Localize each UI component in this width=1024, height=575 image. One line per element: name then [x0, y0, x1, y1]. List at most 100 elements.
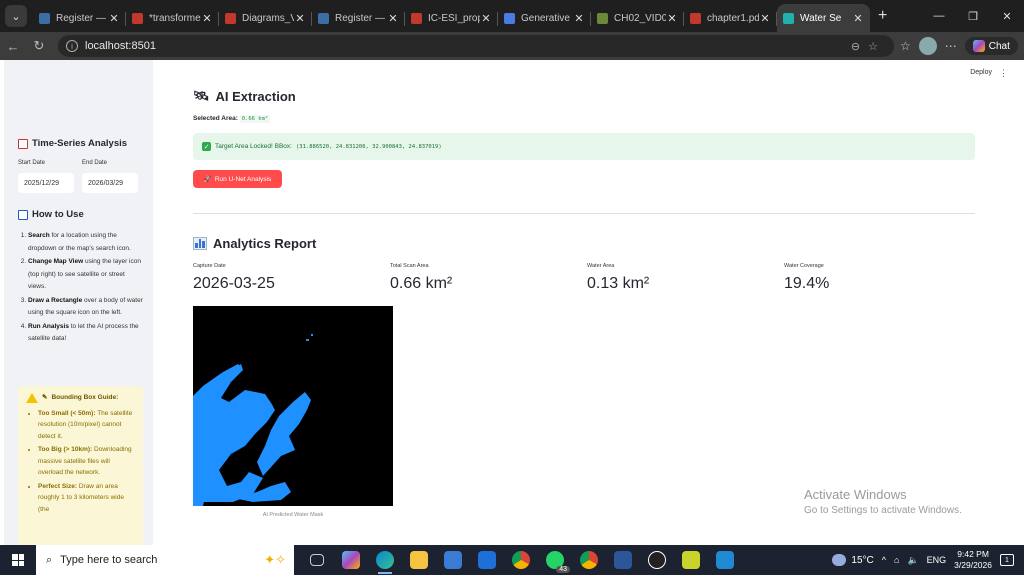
weather-widget[interactable]: 15°C: [832, 554, 874, 566]
howto-step: Search for a location using the dropdown…: [28, 230, 144, 255]
language-indicator[interactable]: ENG: [927, 555, 947, 565]
selected-area: Selected Area: 0.66 km²: [193, 115, 271, 123]
tab-close-icon[interactable]: ✕: [201, 12, 213, 25]
browser-tab[interactable]: CH02_VID0 ✕: [591, 4, 684, 32]
metric-label: Water Area: [587, 263, 615, 269]
tab-search-button[interactable]: ⌄: [5, 5, 27, 27]
tab-favicon-icon: [39, 12, 50, 24]
minimize-button[interactable]: —: [922, 0, 956, 32]
taskbar-search[interactable]: ⌕ Type here to search ✦✧: [36, 545, 294, 575]
metric-label: Capture Date: [193, 263, 226, 269]
volume-icon[interactable]: 🔈: [907, 555, 918, 566]
notification-icon[interactable]: 1: [1000, 554, 1014, 566]
tray-overflow-icon[interactable]: ^: [882, 555, 886, 565]
tab-title: Register —: [56, 12, 107, 24]
guide-bold: Too Small (< 50m):: [38, 409, 96, 417]
word-icon[interactable]: [606, 545, 640, 575]
edge-icon[interactable]: [368, 545, 402, 575]
end-date-input[interactable]: 2026/03/29: [82, 173, 138, 193]
run-unet-button[interactable]: 🚀 Run U-Net Analysis: [193, 170, 282, 188]
file-explorer-icon[interactable]: [402, 545, 436, 575]
ai-extraction-heading: 🛰 AI Extraction: [193, 88, 296, 104]
browser-tab[interactable]: Register — ✕: [33, 4, 126, 32]
tab-title: *transformer: [149, 12, 201, 24]
browser-tab[interactable]: Register — ✕: [312, 4, 405, 32]
tab-close-icon[interactable]: ✕: [852, 12, 864, 25]
monitor-icon: [18, 209, 28, 220]
tab-close-icon[interactable]: ✕: [294, 12, 306, 25]
store-icon[interactable]: [436, 545, 470, 575]
tab-close-icon[interactable]: ✕: [480, 12, 492, 25]
more-menu-icon[interactable]: ⋯: [945, 39, 957, 53]
close-window-button[interactable]: ✕: [990, 0, 1024, 32]
vscode-icon[interactable]: [708, 545, 742, 575]
mail-icon[interactable]: [470, 545, 504, 575]
browser-tab[interactable]: chapter1.pdf ✕: [684, 4, 777, 32]
network-icon[interactable]: ⌂: [894, 555, 899, 565]
taskbar: ⌕ Type here to search ✦✧ 43 15°C ^ ⌂ 🔈 E…: [0, 545, 1024, 575]
task-view-icon[interactable]: [300, 545, 334, 575]
check-icon: ✓: [202, 142, 211, 151]
browser-tab[interactable]: Generative ✕: [498, 4, 591, 32]
vim-icon[interactable]: [674, 545, 708, 575]
zoom-and-bookmark-icons[interactable]: ⊖☆: [851, 40, 886, 53]
page-viewport: Time-Series Analysis Start Date End Date…: [0, 60, 1024, 545]
reload-button[interactable]: ↻: [26, 38, 52, 54]
bounding-box-guide: ✎ Bounding Box Guide: Too Small (< 50m):…: [18, 386, 143, 545]
profile-avatar[interactable]: [918, 37, 937, 55]
start-button[interactable]: [0, 545, 36, 575]
browser-tab[interactable]: *transformer ✕: [126, 4, 219, 32]
tab-close-icon[interactable]: ✕: [573, 12, 585, 25]
whatsapp-icon[interactable]: 43: [538, 545, 572, 575]
clock-date: 3/29/2026: [954, 560, 992, 570]
browser-toolbar: ← ↻ i localhost:8501 ⊖☆ ☆ ⋯ Chat: [0, 32, 1024, 60]
app-menu-icon[interactable]: ⋮: [999, 68, 1008, 79]
tab-close-icon[interactable]: ✕: [387, 12, 399, 25]
success-text: Target Area Locked! BBox:: [215, 143, 292, 150]
chat-button[interactable]: Chat: [964, 37, 1018, 55]
tab-close-icon[interactable]: ✕: [108, 12, 120, 25]
metric-value: 0.66 km²: [390, 275, 453, 292]
copilot-app-icon[interactable]: [334, 545, 368, 575]
howto-list: Search for a location using the dropdown…: [18, 230, 144, 347]
address-bar[interactable]: i localhost:8501 ⊖☆: [58, 35, 894, 57]
whatsapp-badge: 43: [556, 566, 570, 573]
chrome-icon[interactable]: [504, 545, 538, 575]
chrome-profile-icon[interactable]: [572, 545, 606, 575]
deploy-button[interactable]: Deploy: [970, 69, 992, 76]
tab-favicon-icon: [504, 12, 515, 24]
clock[interactable]: 9:42 PM 3/29/2026: [954, 549, 992, 571]
howto-title: How to Use: [32, 209, 84, 220]
guide-title: Bounding Box Guide:: [51, 394, 119, 401]
warning-icon: [26, 392, 38, 403]
satellite-icon: 🛰: [193, 88, 210, 103]
site-info-icon[interactable]: i: [66, 40, 78, 52]
tab-title: chapter1.pdf: [707, 12, 759, 24]
new-tab-button[interactable]: +: [878, 7, 887, 25]
browser-tab[interactable]: IC-ESI_propo✕: [405, 4, 498, 32]
metric-water-area: Water Area 0.13 km²: [587, 263, 649, 293]
metric-water-coverage: Water Coverage 19.4%: [784, 263, 829, 293]
tab-close-icon[interactable]: ✕: [666, 12, 678, 25]
activate-title: Activate Windows: [804, 487, 907, 502]
activate-subtitle: Go to Settings to activate Windows.: [804, 505, 962, 516]
favorites-icon[interactable]: ☆: [900, 39, 911, 53]
back-button[interactable]: ←: [0, 39, 26, 54]
weather-icon: [832, 554, 847, 566]
guide-item: Too Big (> 10km): Downloading massive sa…: [38, 444, 135, 479]
penguin-app-icon[interactable]: [640, 545, 674, 575]
success-alert: ✓ Target Area Locked! BBox: (31.886520, …: [193, 133, 975, 160]
copilot-icon: [972, 40, 985, 52]
mask-caption: AI Predicted Water Mask: [262, 512, 324, 518]
metric-value: 0.13 km²: [587, 275, 650, 292]
browser-tab[interactable]: Diagrams_V ✕: [219, 4, 312, 32]
url-text: localhost:8501: [85, 40, 156, 52]
tab-close-icon[interactable]: ✕: [759, 12, 771, 25]
timeseries-heading: Time-Series Analysis: [18, 138, 127, 149]
browser-tab[interactable]: Water Se ✕: [777, 4, 870, 32]
tab-title: Diagrams_V: [242, 12, 294, 24]
maximize-button[interactable]: ❐: [956, 0, 990, 32]
start-date-input[interactable]: 2025/12/29: [18, 173, 74, 193]
howto-step: Run Analysis to let the AI process the s…: [28, 321, 144, 346]
metric-label: Water Coverage: [784, 263, 824, 269]
